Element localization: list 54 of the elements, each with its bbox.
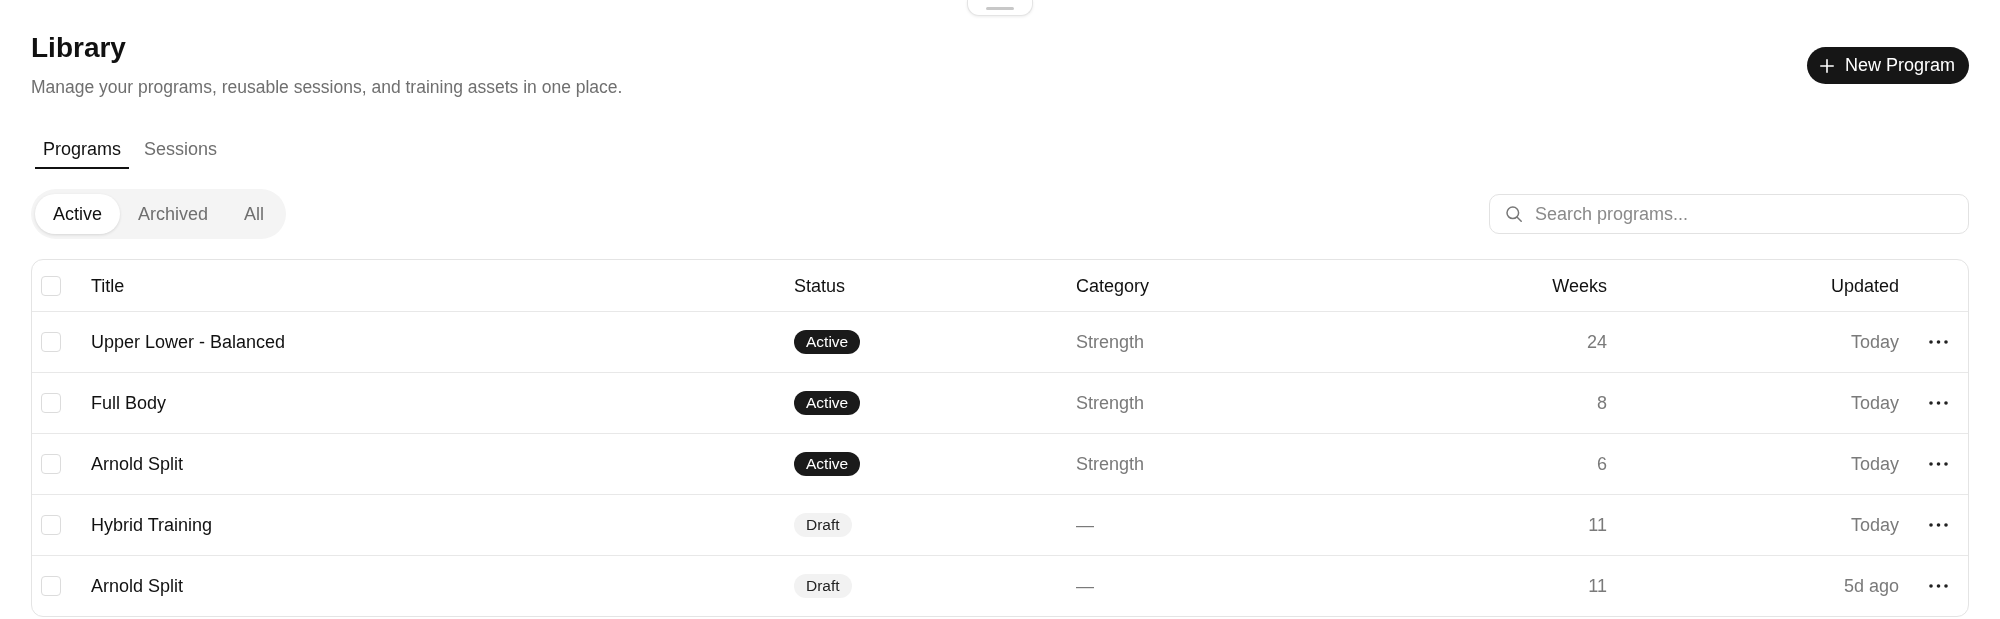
column-header: Status [794, 274, 846, 297]
table-cell: Upper Lower - Balanced [91, 331, 286, 353]
table-cell: 11 [1588, 575, 1607, 597]
row-checkbox[interactable] [41, 454, 61, 474]
table-cell: Today [1850, 331, 1899, 353]
tab[interactable]: Programs [35, 131, 130, 169]
plus-icon [1819, 58, 1834, 73]
search-icon [1506, 206, 1522, 222]
new-program-button[interactable]: New Program [1806, 47, 1969, 84]
row-checkbox[interactable] [41, 576, 61, 596]
filter-tab[interactable]: Active [35, 194, 121, 234]
select-all-checkbox[interactable] [41, 275, 61, 296]
table-cell: — [1076, 575, 1094, 597]
tab[interactable]: Sessions [136, 131, 226, 169]
table-cell: Hybrid Training [91, 514, 213, 536]
more-icon[interactable] [1929, 462, 1948, 466]
table-cell: 8 [1597, 392, 1607, 414]
table-cell: 11 [1588, 514, 1607, 536]
filter-tab[interactable]: All [226, 194, 283, 234]
filter-tab[interactable]: Archived [120, 194, 227, 234]
table-cell: Arnold Split [91, 575, 184, 597]
row-checkbox[interactable] [41, 332, 61, 352]
more-icon[interactable] [1929, 584, 1948, 588]
table-cell: Today [1850, 514, 1899, 536]
more-icon[interactable] [1929, 401, 1948, 405]
status-badge: Draft [794, 513, 852, 537]
column-header: Weeks [1552, 274, 1607, 297]
more-icon[interactable] [1929, 523, 1948, 527]
status-badge: Active [794, 452, 861, 476]
table-cell: 24 [1586, 331, 1607, 353]
table-cell: Arnold Split [91, 453, 184, 475]
search-field[interactable]: Search programs... [1489, 194, 1969, 234]
table-cell: Strength [1076, 453, 1145, 475]
status-badge: Draft [794, 574, 852, 598]
table-cell: — [1076, 514, 1094, 536]
grip-icon [986, 6, 1014, 10]
table-cell: Strength [1076, 331, 1145, 353]
status-badge: Active [794, 391, 861, 415]
table-cell: Strength [1076, 392, 1145, 414]
drag-handle[interactable] [967, 0, 1033, 16]
page-subtitle: Manage your programs, reusable sessions, and training assets in one place. [31, 76, 623, 99]
column-header: Category [1076, 274, 1150, 297]
table-cell: 6 [1597, 453, 1607, 475]
table-cell: Today [1850, 392, 1899, 414]
row-checkbox[interactable] [41, 515, 61, 535]
table-cell: Full Body [91, 392, 167, 414]
column-header: Updated [1830, 274, 1899, 297]
more-icon[interactable] [1929, 340, 1948, 344]
table-cell: 5d ago [1843, 575, 1899, 597]
row-checkbox[interactable] [41, 393, 61, 413]
status-badge: Active [794, 330, 861, 354]
column-header: Title [91, 274, 125, 297]
table-cell: Today [1850, 453, 1899, 475]
page-title: Library [31, 31, 126, 65]
